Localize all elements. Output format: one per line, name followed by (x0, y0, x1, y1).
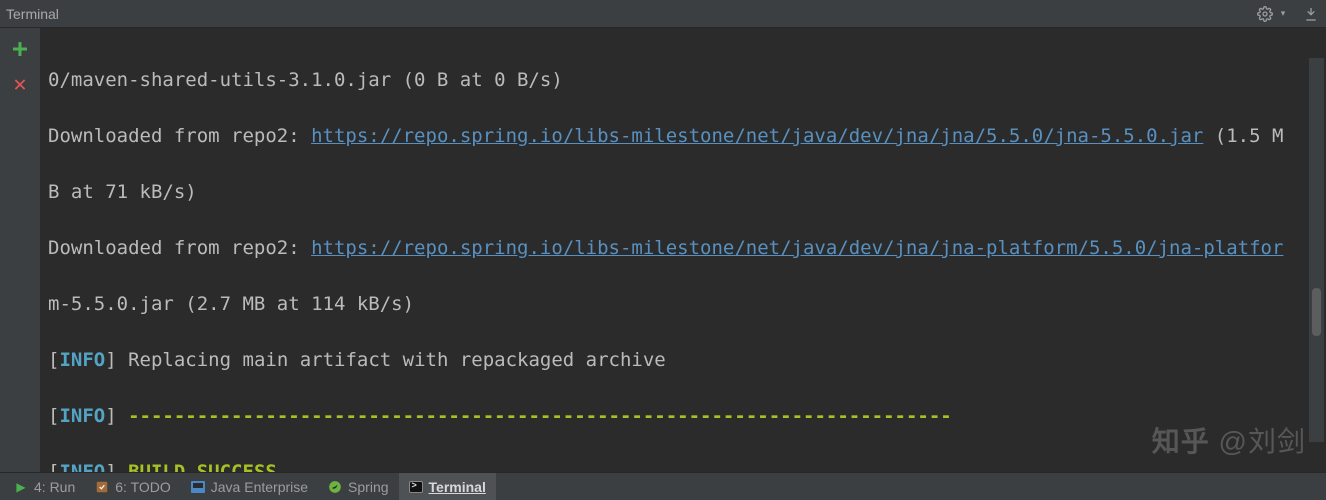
terminal-output[interactable]: 0/maven-shared-utils-3.1.0.jar (0 B at 0… (40, 28, 1326, 472)
watermark: 知乎 @刘剑 (1152, 420, 1306, 460)
output-line: [INFO] ---------------------------------… (48, 402, 1318, 430)
output-line: [INFO] Replacing main artifact with repa… (48, 346, 1318, 374)
output-line: 0/maven-shared-utils-3.1.0.jar (0 B at 0… (48, 66, 1318, 94)
download-url-link[interactable]: https://repo.spring.io/libs-milestone/ne… (311, 237, 1283, 259)
terminal-icon (409, 480, 423, 494)
scrollbar-thumb[interactable] (1312, 288, 1321, 336)
java-enterprise-icon (191, 480, 205, 494)
chevron-down-small-icon[interactable]: ▾ (1274, 5, 1292, 23)
terminal-gutter: + ✕ (0, 28, 40, 472)
toolwin-spring[interactable]: Spring (318, 473, 398, 500)
terminal-title: Terminal (6, 6, 59, 22)
toolwin-todo[interactable]: 6: TODO (85, 473, 181, 500)
output-line: Downloaded from repo2: https://repo.spri… (48, 234, 1318, 262)
tool-window-bar: ▶ 4: Run 6: TODO Java Enterprise Spring … (0, 472, 1326, 500)
gear-icon[interactable] (1256, 5, 1274, 23)
terminal-title-bar: Terminal ▾ (0, 0, 1326, 28)
close-session-button[interactable]: ✕ (9, 74, 31, 96)
terminal-scrollbar[interactable] (1309, 58, 1324, 442)
output-line: m-5.5.0.jar (2.7 MB at 114 kB/s) (48, 290, 1318, 318)
run-icon: ▶ (14, 480, 28, 494)
output-line: B at 71 kB/s) (48, 178, 1318, 206)
build-success-label: BUILD SUCCESS (128, 461, 277, 472)
output-line: [INFO] BUILD SUCCESS (48, 458, 1318, 472)
toolwin-run[interactable]: ▶ 4: Run (4, 473, 85, 500)
toolwin-terminal[interactable]: Terminal (399, 473, 496, 500)
new-session-button[interactable]: + (9, 38, 31, 60)
toolwin-java-enterprise[interactable]: Java Enterprise (181, 473, 318, 500)
output-line: Downloaded from repo2: https://repo.spri… (48, 122, 1318, 150)
todo-icon (95, 480, 109, 494)
download-url-link[interactable]: https://repo.spring.io/libs-milestone/ne… (311, 125, 1203, 147)
hide-panel-icon[interactable] (1302, 5, 1320, 23)
spring-icon (328, 480, 342, 494)
